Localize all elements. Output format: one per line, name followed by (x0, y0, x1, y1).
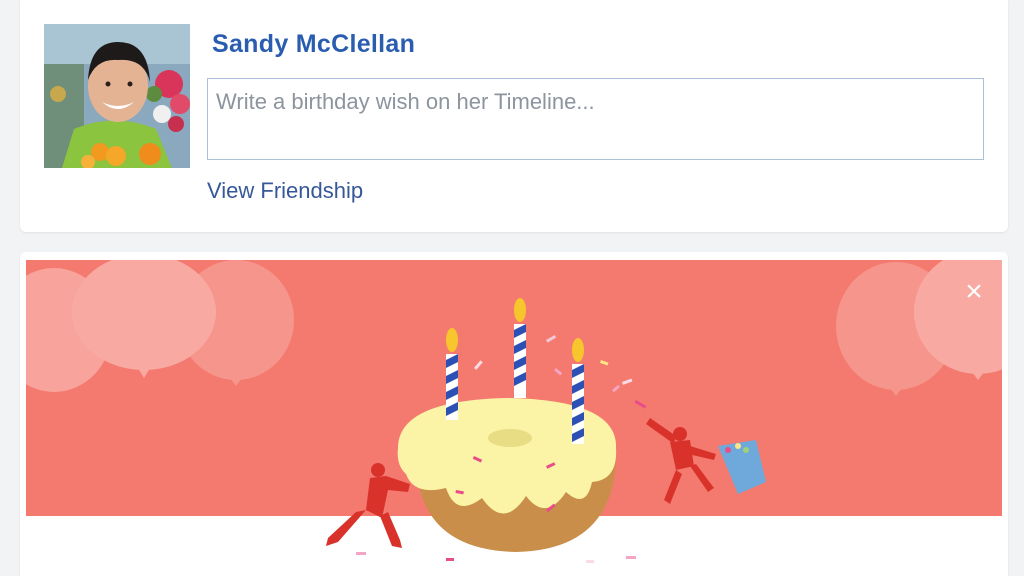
view-friendship-link[interactable]: View Friendship (207, 178, 363, 204)
birthday-illustration (26, 260, 1002, 576)
birthday-banner: × (26, 260, 1002, 576)
birthday-banner-card: × (20, 252, 1008, 576)
friend-name[interactable]: Sandy McClellan (212, 30, 415, 59)
birthday-card: Sandy McClellan View Friendship (20, 0, 1008, 232)
birthday-wish-input[interactable] (207, 78, 984, 160)
avatar-photo (44, 24, 190, 168)
avatar[interactable] (44, 24, 190, 168)
close-icon[interactable]: × (956, 274, 992, 310)
